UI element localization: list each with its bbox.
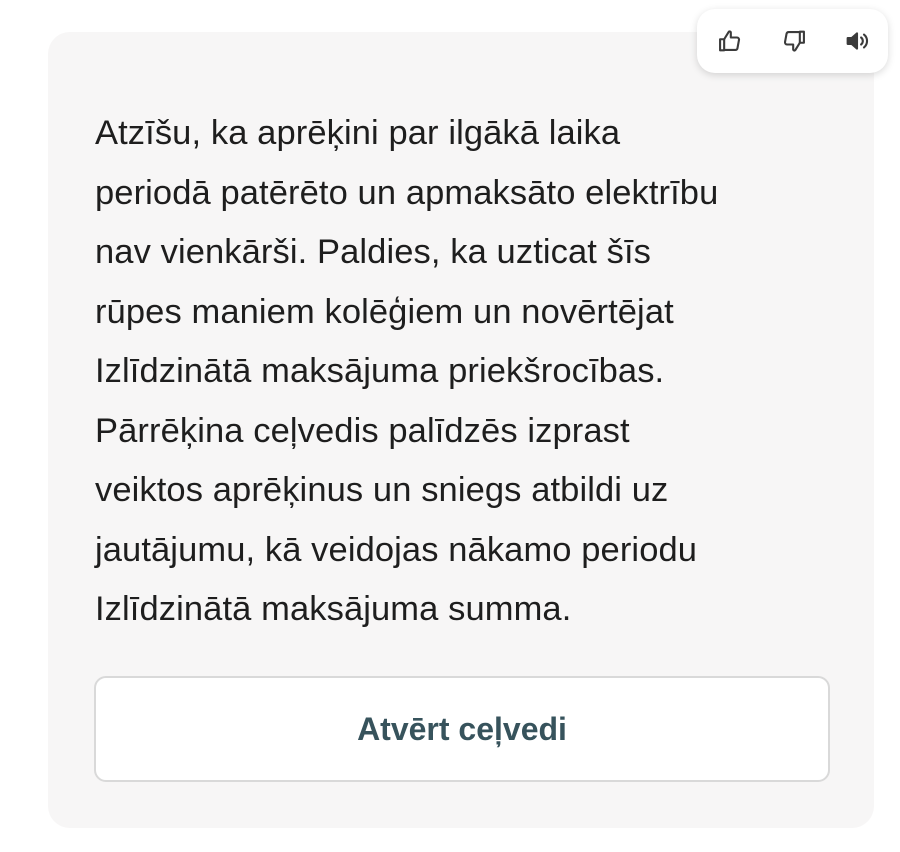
message-line: rūpes maniem kolēģiem un novērtējat xyxy=(95,292,674,331)
message-line: Izlīdzinātā maksājuma summa. xyxy=(95,590,572,628)
message-text: Atzīšu, ka aprēķini par ilgākā laika per… xyxy=(95,104,835,640)
message-line: Izlīdzinātā maksājuma priekšrocības. xyxy=(95,352,665,390)
message-line: nav vienkārši. Paldies, ka uzticat šīs xyxy=(95,233,652,271)
message-line: Pārrēķina ceļvedis palīdzēs izprast xyxy=(95,411,630,450)
message-line: veiktos aprēķinus un sniegs atbildi uz xyxy=(95,471,669,509)
thumbs-down-icon xyxy=(783,30,805,52)
thumbs-down-button[interactable] xyxy=(777,24,811,58)
thumbs-up-button[interactable] xyxy=(713,24,747,58)
thumbs-up-icon xyxy=(719,30,741,52)
message-line: Atzīšu, ka aprēķini par ilgākā laika xyxy=(95,114,621,152)
feedback-toolbar xyxy=(697,9,888,73)
speaker-icon xyxy=(846,32,869,50)
open-guide-button[interactable]: Atvērt ceļvedi xyxy=(94,676,830,782)
message-line: periodā patērēto un apmaksāto elektrību xyxy=(95,173,719,212)
read-aloud-button[interactable] xyxy=(840,24,874,58)
message-line: jautājumu, kā veidojas nākamo periodu xyxy=(95,530,698,569)
